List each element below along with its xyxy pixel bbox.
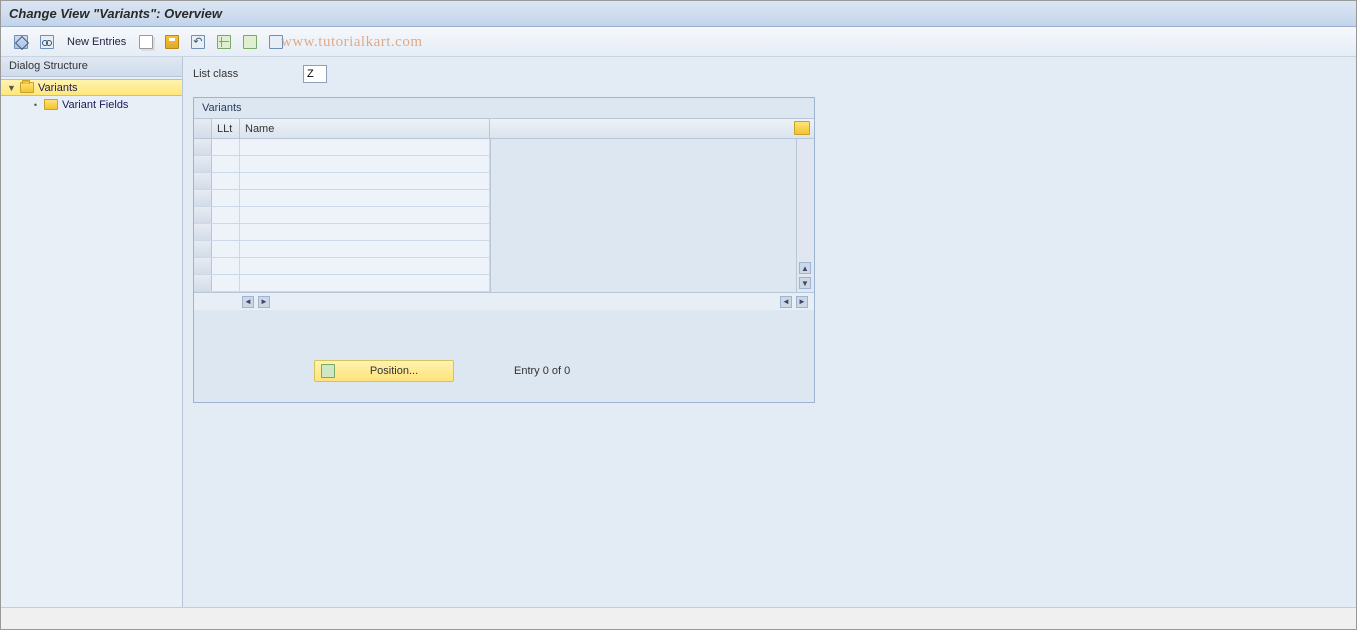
bullet-icon: • xyxy=(31,100,40,110)
table-settings-icon[interactable] xyxy=(794,121,810,135)
position-button[interactable]: Position... xyxy=(314,360,454,382)
expand-collapse-icon[interactable]: ▼ xyxy=(7,83,16,93)
sidebar-header: Dialog Structure xyxy=(1,57,182,77)
cell-name[interactable] xyxy=(240,207,490,223)
row-selector[interactable] xyxy=(194,275,212,291)
tree: ▼ Variants • Variant Fields xyxy=(1,77,182,115)
column-header-filler xyxy=(490,119,814,138)
row-selector[interactable] xyxy=(194,241,212,257)
column-header-name[interactable]: Name xyxy=(240,119,490,138)
scroll-right-end-icon[interactable]: ► xyxy=(796,296,808,308)
cell-llt[interactable] xyxy=(212,258,240,274)
table-row[interactable] xyxy=(194,275,490,292)
grid-body: ▲ ▼ xyxy=(194,139,814,292)
table-row[interactable] xyxy=(194,258,490,275)
table-row[interactable] xyxy=(194,139,490,156)
table-row[interactable] xyxy=(194,224,490,241)
folder-open-icon xyxy=(20,82,34,93)
entry-counter: Entry 0 of 0 xyxy=(514,365,570,377)
scroll-left-end-icon[interactable]: ◄ xyxy=(780,296,792,308)
cell-llt[interactable] xyxy=(212,241,240,257)
grid-rows xyxy=(194,139,490,292)
cell-llt[interactable] xyxy=(212,139,240,155)
row-selector[interactable] xyxy=(194,224,212,240)
dialog-structure-sidebar: Dialog Structure ▼ Variants • Variant Fi… xyxy=(1,57,183,607)
watermark-text: www.tutorialkart.com xyxy=(281,34,423,51)
column-header-llt[interactable]: LLt xyxy=(212,119,240,138)
new-entries-button[interactable]: New Entries xyxy=(63,34,130,50)
table-row[interactable] xyxy=(194,207,490,224)
row-selector[interactable] xyxy=(194,139,212,155)
table-row[interactable] xyxy=(194,156,490,173)
title-bar: Change View "Variants": Overview xyxy=(1,1,1356,27)
content-area: List class Variants LLt Name xyxy=(183,57,1356,607)
undo-icon[interactable] xyxy=(188,32,208,52)
delete-icon[interactable] xyxy=(162,32,182,52)
display-detail-icon[interactable] xyxy=(37,32,57,52)
position-icon xyxy=(321,364,335,378)
row-selector[interactable] xyxy=(194,190,212,206)
folder-icon xyxy=(44,99,58,110)
cell-llt[interactable] xyxy=(212,156,240,172)
page-title: Change View "Variants": Overview xyxy=(9,6,222,21)
row-selector[interactable] xyxy=(194,207,212,223)
variants-panel: Variants LLt Name ▲ ▼ xyxy=(193,97,815,403)
cell-llt[interactable] xyxy=(212,207,240,223)
cell-name[interactable] xyxy=(240,139,490,155)
copy-icon[interactable] xyxy=(136,32,156,52)
select-all-icon[interactable] xyxy=(214,32,234,52)
cell-llt[interactable] xyxy=(212,224,240,240)
status-bar xyxy=(1,607,1356,629)
table-row[interactable] xyxy=(194,173,490,190)
cell-llt[interactable] xyxy=(212,275,240,291)
row-selector[interactable] xyxy=(194,173,212,189)
tree-node-label: Variant Fields xyxy=(62,99,128,111)
grid-header-row: LLt Name xyxy=(194,119,814,139)
row-header-corner[interactable] xyxy=(194,119,212,138)
vertical-scrollbar[interactable]: ▲ ▼ xyxy=(796,139,814,292)
cell-name[interactable] xyxy=(240,258,490,274)
row-selector[interactable] xyxy=(194,258,212,274)
deselect-all-icon[interactable] xyxy=(266,32,286,52)
position-button-label: Position... xyxy=(341,365,447,377)
tree-node-label: Variants xyxy=(38,82,78,94)
scroll-up-icon[interactable]: ▲ xyxy=(799,262,811,274)
cell-name[interactable] xyxy=(240,275,490,291)
list-class-input[interactable] xyxy=(303,65,327,83)
list-class-row: List class xyxy=(193,65,1346,83)
cell-name[interactable] xyxy=(240,156,490,172)
panel-footer: Position... Entry 0 of 0 xyxy=(194,310,814,402)
table-row[interactable] xyxy=(194,190,490,207)
panel-title: Variants xyxy=(194,98,814,118)
tree-node-variant-fields[interactable]: • Variant Fields xyxy=(1,96,182,113)
cell-llt[interactable] xyxy=(212,173,240,189)
cell-name[interactable] xyxy=(240,190,490,206)
horizontal-scrollbar[interactable]: ◄ ► ◄ ► xyxy=(194,292,814,310)
cell-name[interactable] xyxy=(240,241,490,257)
select-block-icon[interactable] xyxy=(240,32,260,52)
grid-filler: ▲ ▼ xyxy=(490,139,814,292)
variants-grid: LLt Name ▲ ▼ xyxy=(194,118,814,310)
cell-name[interactable] xyxy=(240,173,490,189)
scroll-down-icon[interactable]: ▼ xyxy=(799,277,811,289)
application-toolbar: New Entries www.tutorialkart.com xyxy=(1,27,1356,57)
table-row[interactable] xyxy=(194,241,490,258)
toggle-change-icon[interactable] xyxy=(11,32,31,52)
cell-name[interactable] xyxy=(240,224,490,240)
list-class-label: List class xyxy=(193,68,293,80)
scroll-left-icon[interactable]: ◄ xyxy=(242,296,254,308)
row-selector[interactable] xyxy=(194,156,212,172)
scroll-right-icon[interactable]: ► xyxy=(258,296,270,308)
main-area: Dialog Structure ▼ Variants • Variant Fi… xyxy=(1,57,1356,607)
tree-node-variants[interactable]: ▼ Variants xyxy=(1,79,182,96)
cell-llt[interactable] xyxy=(212,190,240,206)
